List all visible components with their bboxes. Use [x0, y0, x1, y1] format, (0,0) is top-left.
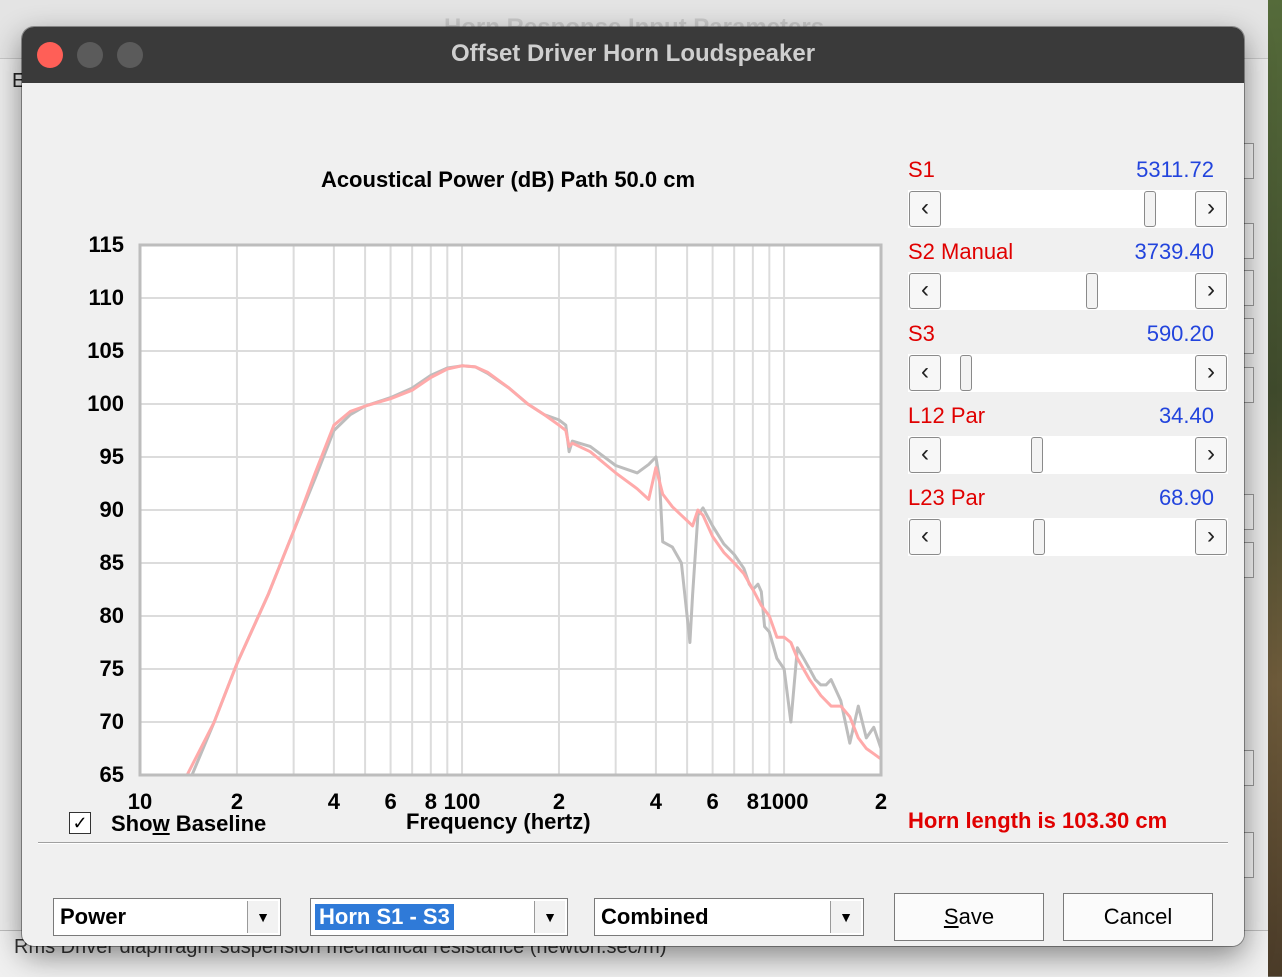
- horn-segment-value: Horn S1 - S3: [315, 904, 454, 930]
- x-tick-label: 6: [706, 789, 718, 814]
- y-tick-label: 90: [100, 497, 124, 522]
- y-tick-label: 65: [100, 762, 124, 787]
- param-l12-slider[interactable]: ‹ ›: [908, 436, 1228, 474]
- y-tick-label: 80: [100, 603, 124, 628]
- dropdown-arrow-icon[interactable]: ▼: [534, 901, 565, 933]
- show-baseline-label[interactable]: Show Baseline: [111, 811, 266, 837]
- param-s2-slider[interactable]: ‹ ›: [908, 272, 1228, 310]
- chevron-left-icon[interactable]: ‹: [909, 355, 941, 391]
- y-tick-label: 75: [100, 656, 124, 681]
- chevron-right-icon[interactable]: ›: [1195, 355, 1227, 391]
- response-type-value: Power: [60, 904, 127, 929]
- y-tick-label: 100: [87, 391, 124, 416]
- chevron-right-icon[interactable]: ›: [1195, 191, 1227, 227]
- param-s3-slider[interactable]: ‹ ›: [908, 354, 1228, 392]
- y-tick-label: 110: [89, 285, 125, 310]
- dialog-titlebar[interactable]: Offset Driver Horn Loudspeaker: [22, 27, 1244, 83]
- dialog-title: Offset Driver Horn Loudspeaker: [450, 40, 816, 67]
- chevron-left-icon[interactable]: ‹: [909, 437, 941, 473]
- chevron-right-icon[interactable]: ›: [1195, 273, 1227, 309]
- separator-line: [38, 842, 1228, 844]
- y-tick-label: 105: [87, 338, 124, 363]
- dialog-client-area: Acoustical Power (dB) Path 50.0 cm 115 11…: [38, 83, 1244, 946]
- chevron-right-icon[interactable]: ›: [1195, 437, 1227, 473]
- param-l23-slider[interactable]: ‹ ›: [908, 518, 1228, 556]
- slider-thumb[interactable]: [1086, 273, 1099, 309]
- param-l23-label: L23 Par: [908, 485, 986, 510]
- slider-thumb[interactable]: [1144, 191, 1157, 227]
- dropdown-arrow-icon[interactable]: ▼: [830, 901, 861, 933]
- chevron-left-icon[interactable]: ‹: [909, 191, 941, 227]
- x-axis-label: Frequency (hertz): [406, 809, 591, 834]
- slider-thumb[interactable]: [960, 355, 973, 391]
- x-tick-label: 2: [875, 789, 887, 814]
- x-tick-label: 4: [650, 789, 663, 814]
- chart-title: Acoustical Power (dB) Path 50.0 cm: [320, 167, 696, 192]
- param-s1-value: 5311.72: [1136, 157, 1214, 182]
- save-button[interactable]: Save: [894, 893, 1044, 941]
- y-tick-label: 85: [100, 550, 124, 575]
- show-baseline-checkbox[interactable]: ✓: [69, 812, 91, 834]
- offset-driver-horn-dialog: Offset Driver Horn Loudspeaker Acoustica…: [22, 27, 1244, 946]
- param-s3-label: S3: [908, 321, 935, 346]
- param-l12-label: L12 Par: [908, 403, 986, 428]
- combination-mode-value: Combined: [601, 904, 709, 929]
- x-tick-label: 6: [384, 789, 396, 814]
- chevron-right-icon[interactable]: ›: [1195, 519, 1227, 555]
- y-tick-label: 115: [89, 232, 125, 257]
- combination-mode-select[interactable]: Combined ▼: [594, 898, 864, 936]
- x-tick-label: 8: [747, 789, 759, 814]
- chevron-left-icon[interactable]: ‹: [909, 519, 941, 555]
- param-s1-slider[interactable]: ‹ ›: [908, 190, 1228, 228]
- cancel-button[interactable]: Cancel: [1063, 893, 1213, 941]
- x-tick-label: 1000: [760, 789, 809, 814]
- param-s2-label: S2 Manual: [908, 239, 1014, 264]
- param-s2-value: 3739.40: [1134, 239, 1214, 264]
- response-type-select[interactable]: Power ▼: [53, 898, 281, 936]
- param-l23-value: 68.90: [1158, 485, 1214, 510]
- checkmark-icon: ✓: [72, 813, 88, 833]
- horn-segment-select[interactable]: Horn S1 - S3 ▼: [310, 898, 568, 936]
- x-tick-label: 4: [328, 789, 341, 814]
- acoustical-power-chart: 1151101051009590858075706510 2 4 6 8 100 2 4 6 8 1…: [87, 232, 887, 814]
- dropdown-arrow-icon[interactable]: ▼: [247, 901, 278, 933]
- slider-thumb[interactable]: [1032, 519, 1045, 555]
- param-l12-value: 34.40: [1158, 403, 1214, 428]
- y-tick-label: 95: [100, 444, 124, 469]
- y-tick-label: 70: [100, 709, 124, 734]
- chevron-left-icon[interactable]: ‹: [909, 273, 941, 309]
- slider-thumb[interactable]: [1030, 437, 1043, 473]
- param-s1-label: S1: [908, 157, 935, 182]
- desktop-background: [1268, 0, 1282, 976]
- param-s3-value: 590.20: [1146, 321, 1214, 346]
- horn-length-readout: Horn length is 103.30 cm: [908, 808, 1168, 833]
